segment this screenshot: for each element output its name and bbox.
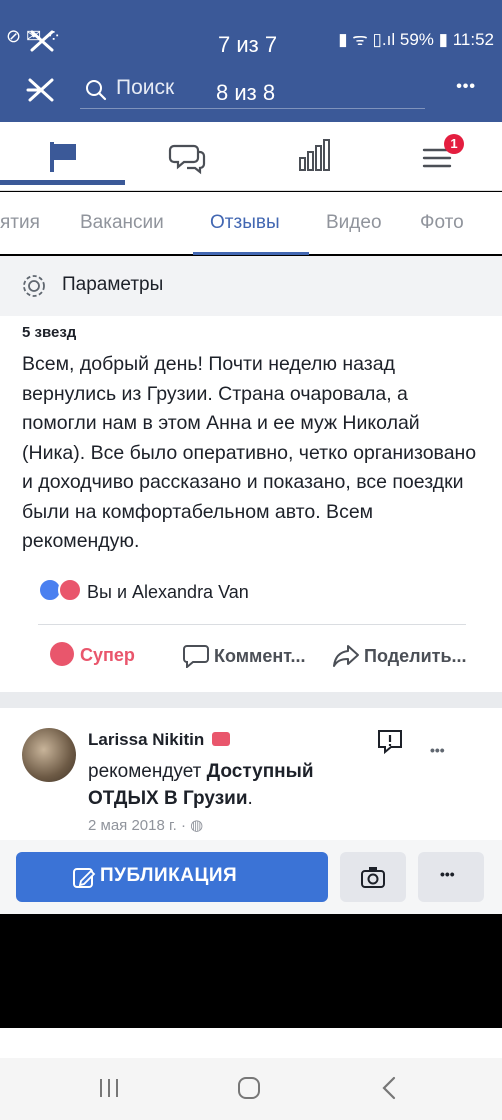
recommendation-text: рекомендует Доступный ОТДЫХ В Грузии. [88, 758, 368, 812]
system-nav-bar [0, 1058, 502, 1120]
close-icon[interactable] [26, 76, 56, 104]
share-icon [333, 645, 359, 667]
rating-label: 5 звезд [22, 324, 77, 341]
react-label: Супер [80, 645, 135, 665]
battery-icon: ▮ [438, 30, 448, 49]
post-date[interactable]: 2 мая 2018 г. · ◍ [88, 816, 203, 834]
camera-icon [361, 867, 385, 888]
review-settings-row[interactable]: Параметры [0, 256, 502, 316]
tab-videos[interactable]: Видео [326, 212, 382, 234]
avatar[interactable] [22, 728, 76, 782]
search-icon [86, 80, 107, 101]
bottom-action-bar: ПУБЛИКАЦИЯ ••• [0, 840, 502, 914]
active-tab-indicator [0, 180, 125, 185]
status-icons-right: ▮ ᯤ ▯.ıl 59% ▮ 11:52 [338, 27, 494, 50]
divider [38, 624, 466, 625]
tab-events[interactable]: ятия [0, 212, 40, 234]
share-label: Поделить... [364, 646, 467, 666]
edit-icon [73, 868, 96, 888]
menu-tab[interactable]: 1 [420, 134, 464, 176]
punctuation: . [247, 788, 253, 809]
comment-icon [183, 645, 209, 670]
status-bar: ⊘ ✉ ⁘ ▮ ᯤ ▯.ıl 59% ▮ 11:52 7 из 7 [0, 0, 502, 57]
insights-tab-icon[interactable] [296, 136, 336, 176]
comment-button[interactable]: Коммент... [182, 642, 306, 670]
image-counter: 7 из 7 [218, 32, 278, 57]
battery-level: 59% [399, 30, 434, 49]
notification-badge: 1 [444, 134, 464, 154]
author-name[interactable]: Larissa Nikitin [88, 730, 204, 749]
report-icon[interactable] [376, 728, 406, 756]
review-text: Всем, добрый день! Почти неделю назад ве… [22, 353, 477, 552]
close-icon[interactable] [28, 28, 56, 54]
flag-tab-icon[interactable] [46, 136, 86, 176]
publish-label: ПУБЛИКАЦИЯ [100, 865, 238, 886]
tab-photos[interactable]: Фото [420, 212, 464, 234]
settings-label: Параметры [62, 274, 164, 295]
active-subtab-indicator [193, 252, 309, 255]
recommend-badge-icon [211, 732, 230, 746]
reactions-summary[interactable]: Вы и Alexandra Van [38, 578, 249, 603]
image-counter: 8 из 8 [216, 80, 276, 105]
back-icon[interactable] [378, 1075, 402, 1101]
more-button[interactable]: ••• [418, 852, 484, 902]
reactions-names: Вы и Alexandra Van [87, 582, 249, 602]
recommendation-post: Larissa Nikitin рекомендует Доступный ОТ… [0, 708, 502, 840]
react-button[interactable]: Супер [50, 642, 135, 666]
post-options-icon[interactable]: ••• [430, 742, 445, 758]
more-icon[interactable]: ••• [456, 78, 476, 96]
wifi-icon: ▮ ᯤ ▯.ıl [338, 30, 396, 49]
black-area [0, 914, 502, 1028]
heart-icon [50, 642, 74, 666]
review-post: 5 звезд Всем, добрый день! Почти неделю … [0, 316, 502, 692]
camera-button[interactable] [340, 852, 406, 902]
feed-separator [0, 692, 502, 708]
author-row: Larissa Nikitin [88, 730, 230, 750]
clock: 11:52 [452, 30, 494, 49]
section-tabs: ятия Вакансии Отзывы Видео Фото [0, 192, 502, 254]
home-icon[interactable] [236, 1075, 262, 1101]
app-header: Поиск 8 из 8 ••• [0, 56, 502, 122]
recent-apps-icon[interactable] [96, 1076, 122, 1100]
share-button[interactable]: Поделить... [332, 642, 467, 668]
search-placeholder: Поиск [116, 76, 175, 99]
publish-button[interactable]: ПУБЛИКАЦИЯ [16, 852, 328, 902]
tab-jobs[interactable]: Вакансии [80, 212, 164, 234]
date-text: 2 мая 2018 г. · [88, 817, 191, 834]
white-strip [0, 1028, 502, 1058]
love-reaction-icon [58, 578, 82, 602]
more-icon: ••• [440, 866, 455, 882]
messages-tab-icon[interactable] [168, 136, 208, 176]
recommends-verb: рекомендует [88, 761, 202, 782]
globe-icon: ◍ [190, 817, 204, 834]
tab-reviews[interactable]: Отзывы [210, 212, 280, 234]
gear-icon [23, 275, 45, 297]
comment-label: Коммент... [214, 646, 306, 666]
